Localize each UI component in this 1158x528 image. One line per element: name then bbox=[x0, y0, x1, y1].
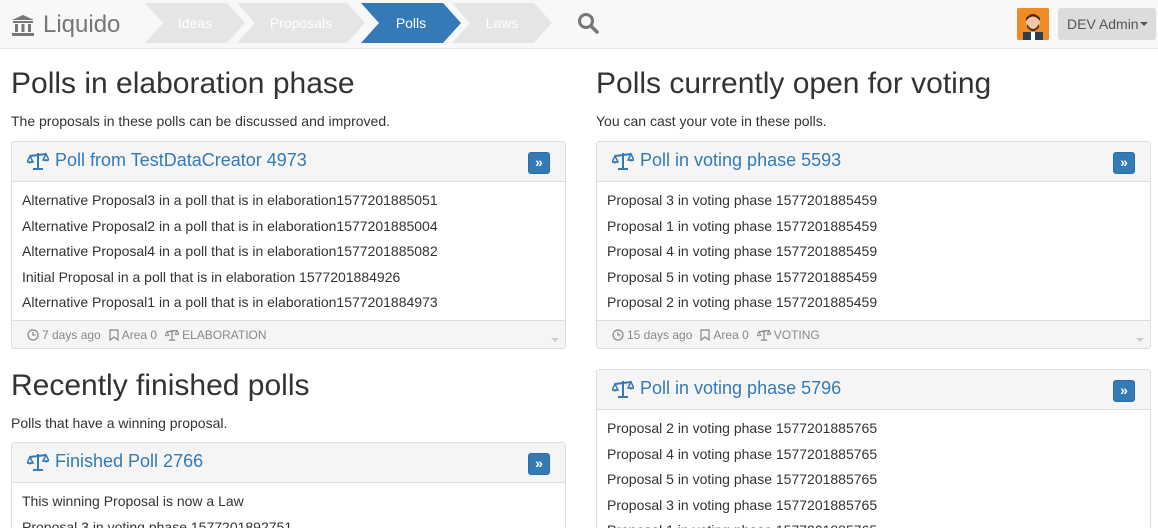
bookmark-icon bbox=[700, 328, 710, 341]
step-ideas[interactable]: Ideas bbox=[145, 3, 245, 43]
list-item[interactable]: Proposal 5 in voting phase 1577201885765 bbox=[607, 467, 1140, 493]
poll-card-footer: 15 days ago Area 0 VOTING bbox=[597, 320, 1150, 348]
balance-scale-icon bbox=[756, 328, 771, 341]
proposal-list: Alternative Proposal3 in a poll that is … bbox=[12, 182, 565, 316]
open-poll-button[interactable]: » bbox=[528, 453, 550, 475]
time-text: 15 days ago bbox=[627, 327, 693, 342]
list-item[interactable]: Proposal 2 in voting phase 1577201885459 bbox=[607, 290, 1140, 316]
step-label: Ideas bbox=[177, 15, 213, 31]
poll-title: Poll in voting phase 5593 bbox=[640, 150, 842, 170]
list-item[interactable]: Proposal 3 in voting phase 1577201892751 bbox=[22, 515, 555, 528]
list-item[interactable]: Alternative Proposal3 in a poll that is … bbox=[22, 188, 555, 214]
poll-card-header: Poll from TestDataCreator 4973 » bbox=[12, 142, 565, 182]
avatar[interactable] bbox=[1017, 8, 1049, 40]
poll-card: Poll from TestDataCreator 4973 » Alterna… bbox=[11, 141, 566, 349]
clock-icon bbox=[612, 328, 624, 341]
list-item[interactable]: Alternative Proposal1 in a poll that is … bbox=[22, 290, 555, 316]
chevron-down-icon[interactable] bbox=[551, 338, 559, 342]
list-item[interactable]: Proposal 3 in voting phase 1577201885765 bbox=[607, 493, 1140, 519]
list-item[interactable]: Proposal 4 in voting phase 1577201885765 bbox=[607, 442, 1140, 468]
poll-area: Area 0 bbox=[700, 327, 749, 342]
navbar: Liquido Ideas Proposals Polls Laws DEV A… bbox=[0, 0, 1158, 49]
poll-time: 15 days ago bbox=[612, 328, 692, 342]
poll-title: Finished Poll 2766 bbox=[55, 451, 204, 471]
brand-link[interactable]: Liquido bbox=[11, 9, 120, 41]
user-dropdown[interactable]: DEV Admin bbox=[1058, 8, 1156, 40]
proposal-list: Proposal 3 in voting phase 1577201885459… bbox=[597, 182, 1150, 316]
brand-name: Liquido bbox=[43, 11, 121, 38]
balance-scale-icon bbox=[612, 151, 634, 170]
list-item[interactable]: Alternative Proposal2 in a poll that is … bbox=[22, 214, 555, 240]
poll-status: ELABORATION bbox=[165, 327, 267, 342]
area-text: Area 0 bbox=[121, 327, 158, 342]
search-button[interactable] bbox=[576, 11, 600, 35]
balance-scale-icon bbox=[612, 379, 634, 398]
finished-subtitle: Polls that have a winning proposal. bbox=[11, 415, 228, 431]
voting-heading: Polls currently open for voting bbox=[596, 67, 992, 100]
search-icon bbox=[578, 13, 599, 34]
poll-title-link[interactable]: Finished Poll 2766 bbox=[27, 451, 203, 472]
open-poll-button[interactable]: » bbox=[528, 152, 550, 174]
clock-icon bbox=[27, 328, 39, 341]
status-text: VOTING bbox=[773, 327, 820, 342]
bookmark-icon bbox=[109, 328, 119, 341]
open-poll-button[interactable]: » bbox=[1113, 380, 1135, 402]
user-avatar-image bbox=[1017, 8, 1049, 40]
elaboration-subtitle: The proposals in these polls can be disc… bbox=[11, 113, 390, 129]
list-item[interactable]: Proposal 2 in voting phase 1577201885765 bbox=[607, 416, 1140, 442]
poll-card-header: Finished Poll 2766 » bbox=[12, 443, 565, 483]
poll-card-header: Poll in voting phase 5593 » bbox=[597, 142, 1150, 182]
poll-title: Poll from TestDataCreator 4973 bbox=[55, 150, 307, 170]
step-label: Laws bbox=[485, 15, 519, 31]
list-item[interactable]: Initial Proposal in a poll that is in el… bbox=[22, 265, 555, 291]
poll-card-header: Poll in voting phase 5796 » bbox=[597, 370, 1150, 410]
elaboration-heading: Polls in elaboration phase bbox=[11, 67, 355, 100]
status-text: ELABORATION bbox=[182, 327, 267, 342]
poll-title: Poll in voting phase 5796 bbox=[640, 378, 842, 398]
list-item[interactable]: Alternative Proposal4 in a poll that is … bbox=[22, 239, 555, 265]
balance-scale-icon bbox=[165, 328, 180, 341]
list-item[interactable]: Proposal 1 in voting phase 1577201885765 bbox=[607, 518, 1140, 528]
time-text: 7 days ago bbox=[42, 327, 101, 342]
step-polls[interactable]: Polls bbox=[361, 3, 461, 43]
finished-heading: Recently finished polls bbox=[11, 369, 310, 402]
poll-status: VOTING bbox=[756, 327, 820, 342]
balance-scale-icon bbox=[27, 151, 49, 170]
step-label: Proposals bbox=[269, 15, 333, 31]
poll-time: 7 days ago bbox=[27, 328, 101, 342]
step-laws[interactable]: Laws bbox=[452, 3, 552, 43]
list-item[interactable]: Proposal 4 in voting phase 1577201885459 bbox=[607, 239, 1140, 265]
area-text: Area 0 bbox=[713, 327, 749, 342]
poll-area: Area 0 bbox=[109, 328, 157, 342]
balance-scale-icon bbox=[27, 452, 49, 471]
proposal-list: This winning Proposal is now a Law Propo… bbox=[12, 483, 565, 528]
poll-title-link[interactable]: Poll in voting phase 5593 bbox=[612, 150, 841, 171]
chevron-down-icon bbox=[1140, 22, 1148, 26]
list-item[interactable]: Proposal 3 in voting phase 1577201885459 bbox=[607, 188, 1140, 214]
list-item[interactable]: Proposal 1 in voting phase 1577201885459 bbox=[607, 214, 1140, 240]
user-name: DEV Admin bbox=[1067, 16, 1139, 32]
poll-card: Poll in voting phase 5593 » Proposal 3 i… bbox=[596, 141, 1151, 349]
poll-card: Poll in voting phase 5796 » Proposal 2 i… bbox=[596, 369, 1151, 528]
poll-title-link[interactable]: Poll from TestDataCreator 4973 bbox=[27, 150, 307, 171]
list-item[interactable]: This winning Proposal is now a Law bbox=[22, 489, 555, 515]
poll-card: Finished Poll 2766 » This winning Propos… bbox=[11, 442, 566, 528]
poll-card-footer: 7 days ago Area 0 ELABORATION bbox=[12, 320, 565, 348]
bank-icon bbox=[12, 15, 34, 36]
chevron-down-icon[interactable] bbox=[1136, 338, 1144, 342]
proposal-list: Proposal 2 in voting phase 1577201885765… bbox=[597, 410, 1150, 528]
list-item[interactable]: Proposal 5 in voting phase 1577201885459 bbox=[607, 265, 1140, 291]
poll-title-link[interactable]: Poll in voting phase 5796 bbox=[612, 378, 841, 399]
step-proposals[interactable]: Proposals bbox=[237, 3, 365, 43]
open-poll-button[interactable]: » bbox=[1113, 152, 1135, 174]
step-label: Polls bbox=[395, 15, 427, 31]
voting-subtitle: You can cast your vote in these polls. bbox=[596, 113, 827, 129]
